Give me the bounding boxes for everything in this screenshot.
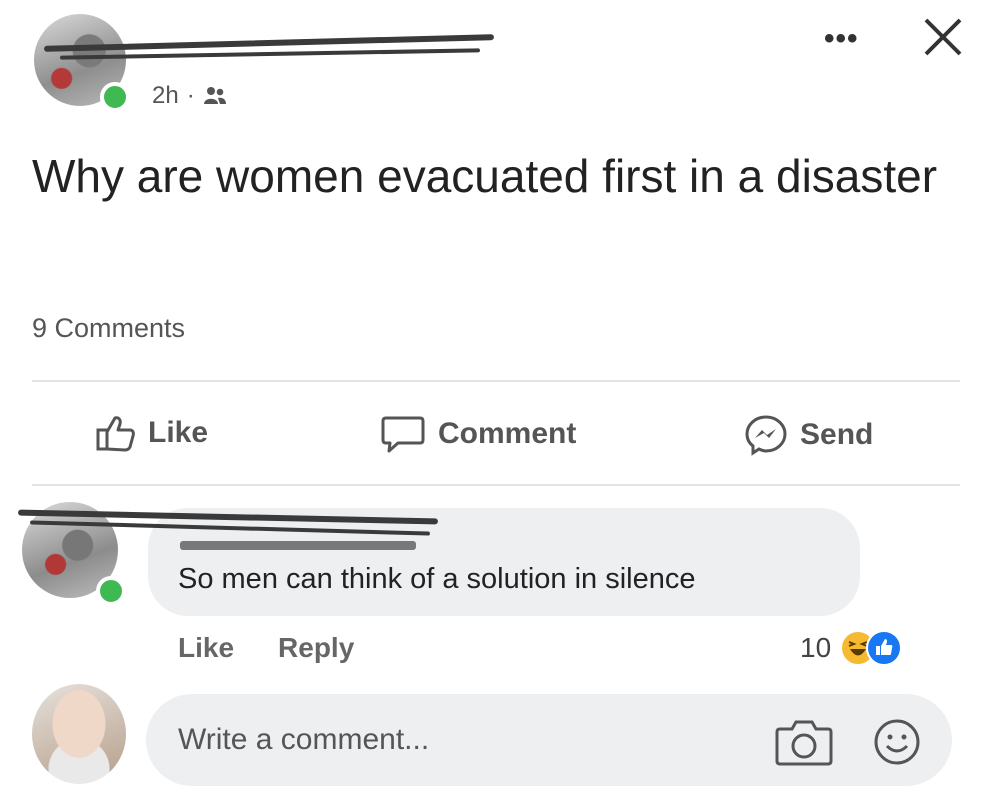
current-user-avatar[interactable] <box>32 684 126 784</box>
friends-icon <box>203 87 226 104</box>
comment-text: So men can think of a solution in silenc… <box>178 563 696 595</box>
send-label: Send <box>800 418 874 451</box>
comment-button[interactable]: Comment <box>380 414 576 454</box>
comment-label: Comment <box>438 417 577 450</box>
messenger-icon <box>745 415 787 456</box>
online-status-indicator <box>96 576 126 606</box>
like-reaction-icon <box>866 630 902 666</box>
comment-reply-link[interactable]: Reply <box>278 632 354 664</box>
comment-icon <box>381 416 425 453</box>
thumbs-up-icon <box>96 416 135 452</box>
divider <box>32 484 960 486</box>
more-options-button[interactable]: ••• <box>824 24 859 54</box>
post-time[interactable]: 2h <box>152 82 179 110</box>
comment-count[interactable]: 9 Comments <box>32 313 185 344</box>
send-button[interactable]: Send <box>744 414 873 456</box>
post-text: Why are women evacuated first in a disas… <box>32 150 938 202</box>
like-button[interactable]: Like <box>96 414 208 452</box>
like-label: Like <box>148 416 209 449</box>
emoji-icon[interactable] <box>872 717 922 767</box>
online-status-indicator <box>100 82 130 112</box>
comment-bubble <box>148 508 860 616</box>
close-icon[interactable] <box>920 14 966 60</box>
comment-actions: Like Reply <box>178 632 354 664</box>
reaction-count[interactable]: 10 <box>800 632 831 664</box>
camera-icon[interactable] <box>774 717 834 767</box>
divider <box>32 380 960 382</box>
redacted-commenter-name-text <box>180 541 416 550</box>
comment-like-link[interactable]: Like <box>178 632 234 664</box>
post-meta: 2h · <box>152 82 227 110</box>
meta-separator: · <box>186 82 195 109</box>
